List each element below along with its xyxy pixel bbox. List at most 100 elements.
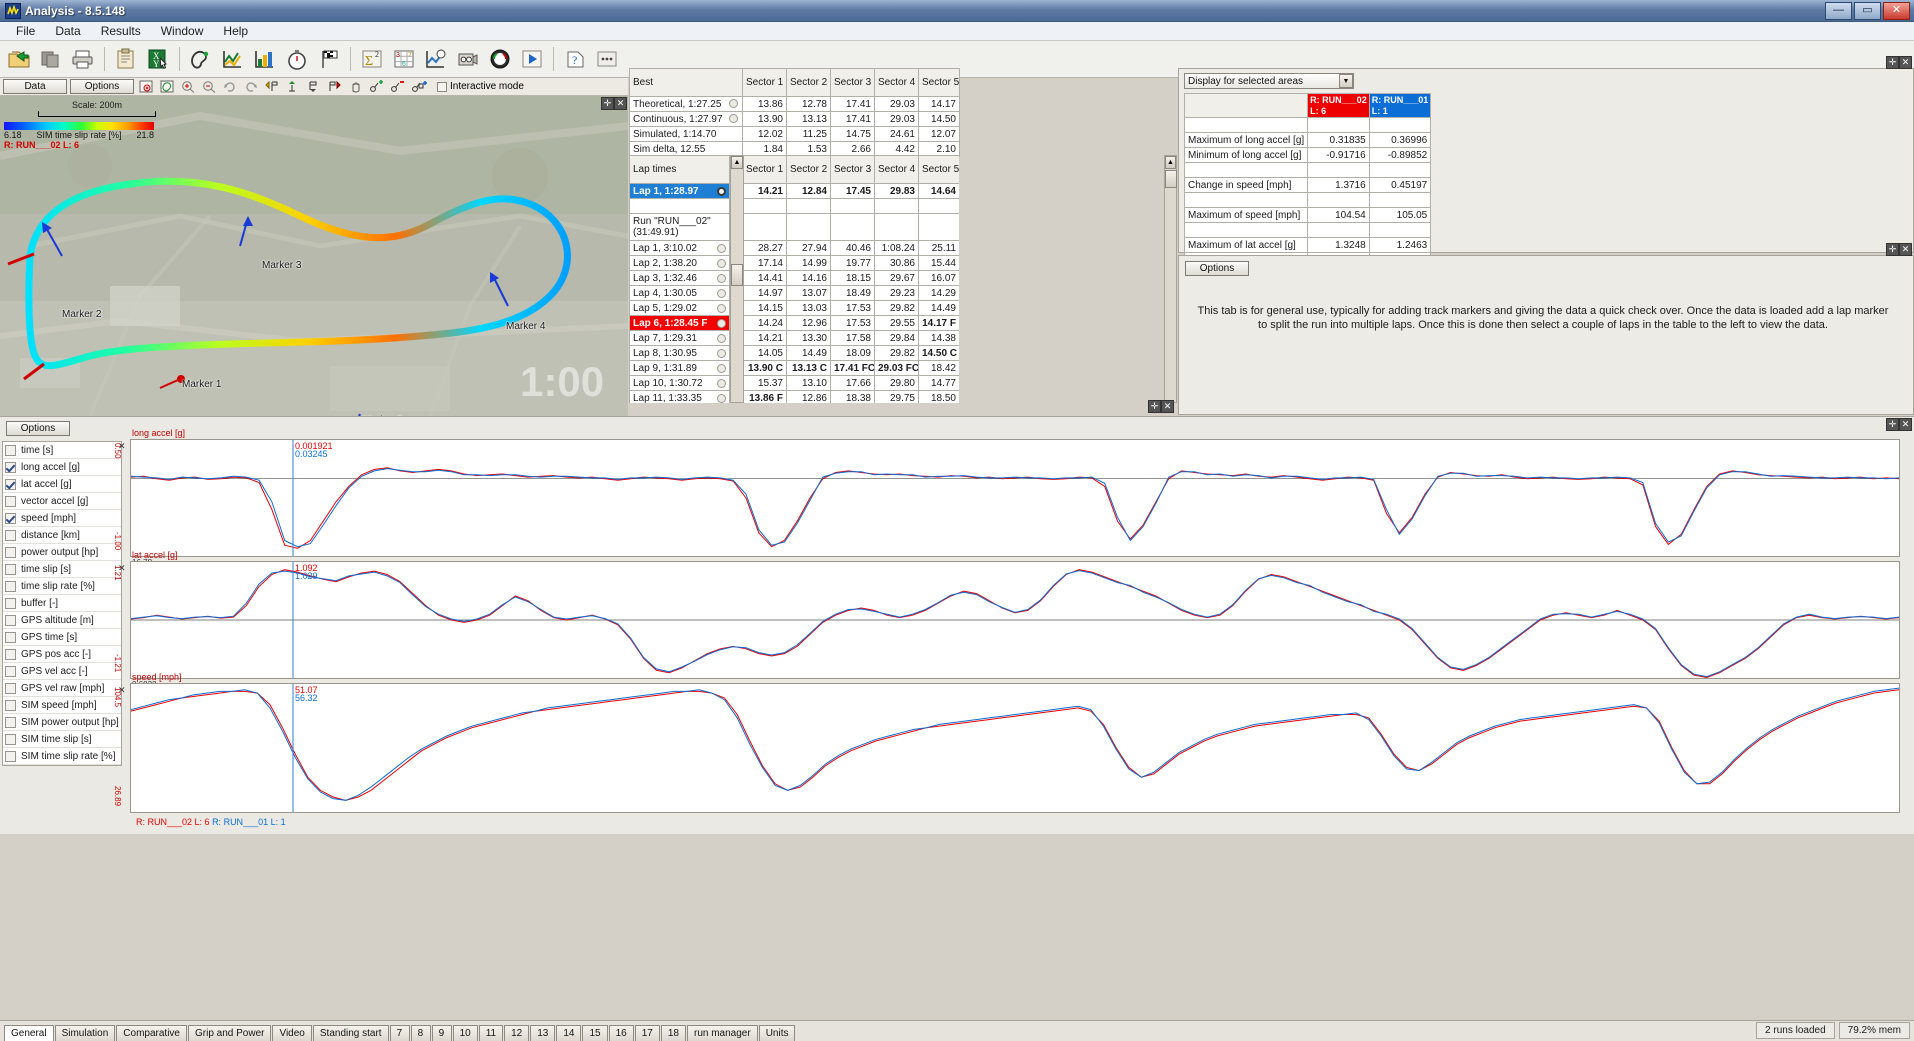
channel-list-item[interactable]: GPS altitude [m] — [3, 612, 121, 629]
clipboard-icon[interactable] — [111, 44, 141, 75]
channel-list-item[interactable]: SIM time slip [s] — [3, 731, 121, 748]
scatter-time-icon[interactable] — [421, 44, 451, 75]
open-folder-icon[interactable] — [4, 44, 34, 75]
tab-13[interactable]: 13 — [530, 1025, 556, 1041]
more-icon[interactable] — [592, 44, 622, 75]
channel-checkbox[interactable] — [5, 665, 16, 677]
tab-general[interactable]: General — [4, 1025, 54, 1041]
lap-table-row[interactable]: Lap 8, 1:30.95 14.05 14.49 18.09 29.82 14.50 … — [629, 345, 959, 361]
channel-checkbox[interactable] — [5, 716, 16, 728]
channel-list[interactable]: time [s] long accel [g] lat accel [g] vecto… — [2, 441, 122, 766]
display-mode-select[interactable]: Display for selected areas ▼ — [1184, 73, 1354, 89]
lap-panel-close-icon[interactable]: ✕ — [1161, 400, 1174, 413]
channel-checkbox[interactable] — [5, 495, 16, 507]
xy-select-icon[interactable]: XY — [143, 44, 173, 75]
rotate-ccw-icon[interactable] — [242, 79, 260, 95]
interactive-mode-checkbox[interactable] — [437, 81, 447, 92]
help-icon[interactable]: ? — [560, 44, 590, 75]
track-outline-icon[interactable] — [186, 44, 216, 75]
lap-table-row[interactable]: Lap 10, 1:30.72 15.37 13.10 17.66 29.80 14.77 — [629, 375, 959, 391]
channel-checkbox[interactable] — [5, 478, 16, 490]
chart-move-icon[interactable]: ✛ — [1886, 418, 1899, 431]
channel-list-item[interactable]: distance [km] — [3, 527, 121, 544]
print-icon[interactable] — [68, 44, 98, 75]
channel-list-item[interactable]: GPS time [s] — [3, 629, 121, 646]
outer-scroll-thumb[interactable] — [1165, 170, 1177, 188]
map-data-button[interactable]: Data — [3, 79, 67, 94]
lap-row-radio[interactable] — [717, 304, 726, 313]
tab-comparative[interactable]: Comparative — [116, 1025, 187, 1041]
sigma-squared-icon[interactable]: Σ2 — [357, 44, 387, 75]
lap-row-radio[interactable] — [717, 259, 726, 268]
chart-close-icon[interactable]: ✕ — [118, 685, 126, 696]
lap-row-radio[interactable] — [717, 289, 726, 298]
lap-row-radio[interactable] — [717, 274, 726, 283]
prev-marker-icon[interactable] — [263, 79, 281, 95]
channel-list-item[interactable]: time slip rate [%] — [3, 578, 121, 595]
channel-list-item[interactable]: vector accel [g] — [3, 493, 121, 510]
tab-12[interactable]: 12 — [504, 1025, 530, 1041]
tab-18[interactable]: 18 — [660, 1025, 686, 1041]
notes-move-icon[interactable]: ✛ — [1886, 243, 1899, 256]
channel-checkbox[interactable] — [5, 699, 16, 711]
chart-close-icon[interactable]: ✕ — [1899, 418, 1912, 431]
tab-simulation[interactable]: Simulation — [54, 1025, 116, 1041]
video-camera-icon[interactable] — [453, 44, 483, 75]
play-icon[interactable] — [517, 44, 547, 75]
zoom-out-icon[interactable] — [200, 79, 218, 95]
channel-list-item[interactable]: buffer [-] — [3, 595, 121, 612]
zoom-in-icon[interactable] — [179, 79, 197, 95]
lap-table-scrollbar[interactable]: ▲ — [730, 155, 744, 403]
channel-list-item[interactable]: time slip [s] — [3, 561, 121, 578]
channel-list-item[interactable]: long accel [g] — [3, 459, 121, 476]
tab-14[interactable]: 14 — [556, 1025, 582, 1041]
channel-checkbox[interactable] — [5, 529, 16, 541]
tab-17[interactable]: 17 — [634, 1025, 660, 1041]
lap-row-radio[interactable] — [717, 379, 726, 388]
chevron-down-icon[interactable]: ▼ — [1339, 74, 1353, 88]
menu-file[interactable]: File — [6, 23, 45, 39]
tab-standing-start[interactable]: Standing start — [312, 1025, 389, 1041]
marker-up-icon[interactable] — [284, 79, 302, 95]
marker-down-icon[interactable] — [305, 79, 323, 95]
lap-table-row[interactable]: Lap 11, 1:33.35 13.86 F 12.86 18.38 29.75 18.… — [629, 390, 959, 403]
channel-list-item[interactable]: lat accel [g] — [3, 476, 121, 493]
lap-panel-move-icon[interactable]: ✛ — [1148, 400, 1161, 413]
zoom-region-icon[interactable] — [137, 79, 155, 95]
channel-checkbox[interactable] — [5, 461, 16, 473]
gauge-icon[interactable] — [485, 44, 515, 75]
channel-checkbox[interactable] — [5, 614, 16, 626]
channel-checkbox[interactable] — [5, 580, 16, 592]
results-close-icon[interactable]: ✕ — [1899, 56, 1912, 69]
next-marker-icon[interactable] — [326, 79, 344, 95]
lap-table-row[interactable]: Run "RUN___02" (31:49.91) — [629, 213, 959, 241]
channel-list-item[interactable]: speed [mph] — [3, 510, 121, 527]
close-button[interactable]: ✕ — [1883, 1, 1910, 20]
tab-run-manager[interactable]: run manager — [686, 1025, 758, 1041]
channel-options-button[interactable]: Options — [6, 421, 70, 436]
minimize-button[interactable]: — — [1825, 1, 1852, 20]
channel-list-item[interactable]: SIM power output [hp] — [3, 714, 121, 731]
lap-table-row[interactable]: Lap 3, 1:32.46 14.41 14.16 18.15 29.67 16.07 — [629, 270, 959, 286]
lap-table-row[interactable]: Lap 4, 1:30.05 14.97 13.07 18.49 29.23 14.29 — [629, 285, 959, 301]
tab-video[interactable]: Video — [272, 1025, 312, 1041]
channel-checkbox[interactable] — [5, 444, 16, 456]
best-table-row[interactable]: Simulated, 1:14.70 12.02 11.25 14.75 24.61 12… — [629, 126, 960, 142]
menu-results[interactable]: Results — [91, 23, 151, 39]
tab-units[interactable]: Units — [758, 1025, 796, 1041]
lap-table-row[interactable]: Lap 7, 1:29.31 14.21 13.30 17.58 29.84 14.38 — [629, 330, 959, 346]
tab-9[interactable]: 9 — [431, 1025, 452, 1041]
stopwatch-icon[interactable] — [282, 44, 312, 75]
channel-list-item[interactable]: GPS vel raw [mph] — [3, 680, 121, 697]
channel-list-item[interactable]: time [s] — [3, 442, 121, 459]
best-table-row[interactable]: Theoretical, 1:27.25 13.86 12.78 17.41 29.03… — [629, 96, 960, 112]
menu-window[interactable]: Window — [151, 23, 214, 39]
map-close-icon[interactable]: ✕ — [614, 97, 627, 110]
lap-row-radio[interactable] — [717, 244, 726, 253]
reset-markers-icon[interactable] — [410, 79, 428, 95]
channel-list-item[interactable]: GPS vel acc [-] — [3, 663, 121, 680]
copy-icon[interactable] — [36, 44, 66, 75]
menu-data[interactable]: Data — [45, 23, 90, 39]
number-grid-icon[interactable]: 3 76 — [389, 44, 419, 75]
lap-row-radio[interactable] — [717, 187, 726, 196]
